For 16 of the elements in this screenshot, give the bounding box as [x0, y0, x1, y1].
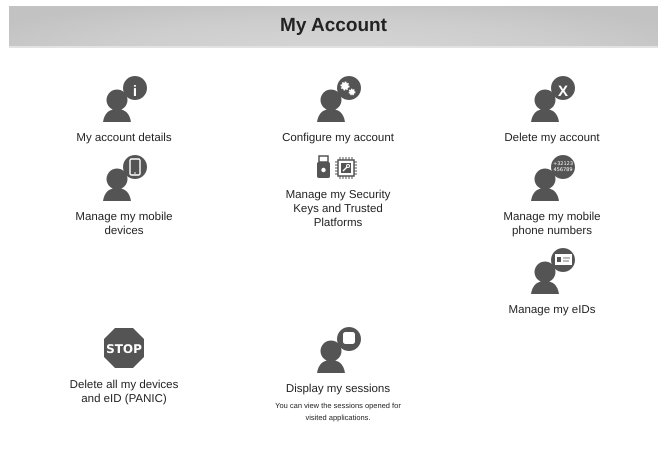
menu-link[interactable]: Delete my account: [488, 131, 616, 145]
person-phone-icon: [100, 155, 148, 201]
page-title: My Account: [280, 15, 387, 37]
menu-link[interactable]: Manage my mobile phone numbers: [488, 210, 616, 238]
person-id-card-icon: [528, 248, 576, 294]
menu-link[interactable]: Delete all my devices and eID (PANIC): [60, 378, 188, 406]
person-window-icon: [314, 327, 362, 373]
usb-key-and-chip-icon: [316, 155, 360, 179]
menu-link[interactable]: My account details: [60, 131, 188, 145]
menu-link[interactable]: Manage my Security Keys and Trusted Platforms: [274, 188, 402, 230]
stop-sign-icon: STOP: [103, 327, 145, 369]
menu-link[interactable]: Configure my account: [274, 131, 402, 145]
menu-link[interactable]: Display my sessions: [274, 382, 402, 396]
person-gears-icon: [314, 76, 362, 122]
menu-link[interactable]: Manage my mobile devices: [60, 210, 188, 238]
menu-link[interactable]: Manage my eIDs: [488, 303, 616, 317]
